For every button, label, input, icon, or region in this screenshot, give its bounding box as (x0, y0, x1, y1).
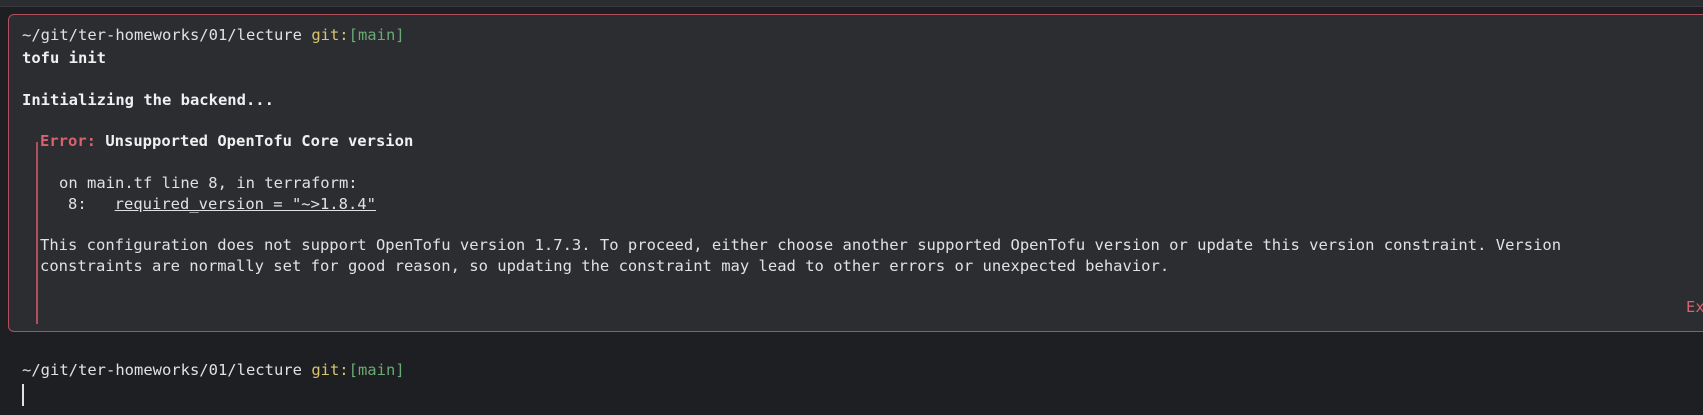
error-heading: Error: Unsupported OpenTofu Core version (40, 131, 413, 151)
previous-block-edge (0, 0, 1703, 7)
current-git-branch: [main] (348, 361, 405, 379)
exit-code-badge[interactable]: Ex (1686, 298, 1703, 316)
source-line-number: 8: (68, 195, 87, 213)
command-block-tofu-init[interactable]: ~/git/ter-homeworks/01/lecture git:[main… (8, 14, 1703, 332)
error-label: Error: (40, 132, 96, 150)
current-git-label: git: (311, 361, 349, 379)
input-cursor[interactable] (22, 384, 24, 406)
current-prompt: ~/git/ter-homeworks/01/lecture git:[main… (22, 360, 405, 380)
source-line-code: required_version = "~>1.8.4" (114, 195, 376, 213)
block-prompt: ~/git/ter-homeworks/01/lecture git:[main… (22, 25, 405, 45)
error-gutter-bar (36, 142, 38, 324)
prompt-path: ~/git/ter-homeworks/01/lecture (22, 26, 302, 44)
init-message: Initializing the backend... (22, 91, 274, 109)
command-text: tofu init (22, 49, 106, 67)
current-prompt-path: ~/git/ter-homeworks/01/lecture (22, 361, 302, 379)
error-title: Unsupported OpenTofu Core version (105, 132, 414, 150)
git-branch: [main] (348, 26, 405, 44)
error-description-line-1: This configuration does not support Open… (40, 236, 1562, 254)
error-description-line-2: constraints are normally set for good re… (40, 257, 1170, 275)
git-label: git: (311, 26, 349, 44)
error-location: on main.tf line 8, in terraform: (59, 174, 358, 192)
error-source: 8: required_version = "~>1.8.4" (68, 194, 376, 214)
